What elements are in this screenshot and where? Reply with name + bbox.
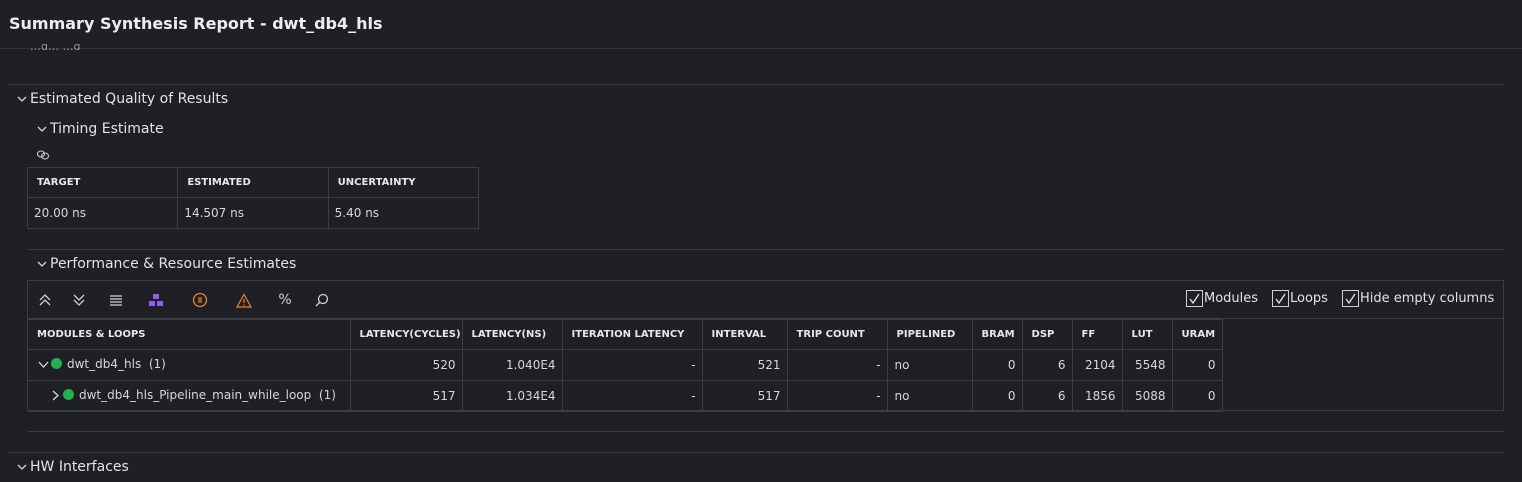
iteration-latency-cell: - <box>561 380 703 412</box>
timing-estimated-value: 14.507 ns <box>177 197 329 229</box>
percent-icon[interactable]: % <box>276 291 294 309</box>
dsp-cell: 6 <box>1021 380 1073 412</box>
chevron-right-icon[interactable] <box>50 390 61 404</box>
module-name-cell: dwt_db4_hls (1) <box>28 349 351 381</box>
uram-cell: 0 <box>1171 380 1223 412</box>
expand-all-icon[interactable] <box>70 291 88 309</box>
dsp-cell: 6 <box>1021 349 1073 381</box>
divider <box>8 452 1504 453</box>
divider <box>27 431 1504 432</box>
hide-empty-columns-checkbox[interactable]: Hide empty columns <box>1342 290 1494 307</box>
loops-checkbox[interactable]: Loops <box>1272 290 1328 307</box>
status-dot-icon <box>51 358 62 369</box>
timing-header-uncertainty: UNCERTAINTY <box>327 167 480 198</box>
latency-ns-cell: 1.040E4 <box>461 349 563 381</box>
col-header[interactable]: LATENCY(CYCLES) <box>349 319 463 350</box>
timing-target-value: 20.00 ns <box>26 197 179 229</box>
title-bar: Summary Synthesis Report - dwt_db4_hls …… <box>0 0 1522 50</box>
chevron-down-icon <box>36 123 48 135</box>
section-hw-header[interactable]: HW Interfaces <box>16 459 129 475</box>
module-count: (1) <box>148 357 166 371</box>
list-icon[interactable] <box>107 291 125 309</box>
chevron-down-icon <box>36 258 48 270</box>
module-name-cell: dwt_db4_hls_Pipeline_main_while_loop (1) <box>28 380 351 412</box>
trip-count-cell: - <box>786 349 888 381</box>
timing-header-target: TARGET <box>26 167 179 198</box>
bram-cell: 0 <box>971 349 1023 381</box>
loops-checkbox-label: Loops <box>1290 291 1328 306</box>
latency-ns-cell: 1.034E4 <box>461 380 563 412</box>
pipelined-cell: no <box>886 349 973 381</box>
modules-checkbox[interactable]: Modules <box>1186 290 1258 307</box>
module-count: (1) <box>318 388 336 402</box>
perf-header-row: MODULES & LOOPS LATENCY(CYCLES) LATENCY(… <box>28 319 1223 350</box>
interval-cell: 517 <box>701 380 788 412</box>
bram-cell: 0 <box>971 380 1023 412</box>
lut-cell: 5548 <box>1121 349 1173 381</box>
section-timing-label: Timing Estimate <box>50 121 164 137</box>
col-header[interactable]: BRAM <box>971 319 1023 350</box>
chevron-down-icon <box>16 461 28 473</box>
col-header[interactable]: ITERATION LATENCY <box>561 319 703 350</box>
chevron-down-icon[interactable] <box>38 359 49 373</box>
col-header[interactable]: LATENCY(NS) <box>461 319 563 350</box>
section-timing-header[interactable]: Timing Estimate <box>36 121 164 137</box>
divider <box>8 84 1504 85</box>
table-row[interactable]: dwt_db4_hls (1) 520 1.040E4 - 521 - no 0… <box>28 349 1223 381</box>
module-name: dwt_db4_hls_Pipeline_main_while_loop <box>79 388 312 402</box>
perf-toolbar: % Modules Loops Hide empty columns <box>28 281 1503 319</box>
ff-cell: 2104 <box>1071 349 1123 381</box>
interval-cell: 521 <box>701 349 788 381</box>
col-header[interactable]: TRIP COUNT <box>786 319 888 350</box>
lut-cell: 5088 <box>1121 380 1173 412</box>
modules-checkbox-label: Modules <box>1204 291 1259 306</box>
col-header[interactable]: LUT <box>1121 319 1173 350</box>
latency-cycles-cell: 520 <box>349 349 463 381</box>
col-header[interactable]: URAM <box>1171 319 1223 350</box>
iteration-latency-cell: - <box>561 349 703 381</box>
module-name: dwt_db4_hls <box>67 357 142 371</box>
latency-cycles-cell: 517 <box>349 380 463 412</box>
info-icon[interactable] <box>191 291 209 309</box>
trip-count-cell: - <box>786 380 888 412</box>
clipped-line: …g… …g <box>30 40 81 50</box>
section-perf-header[interactable]: Performance & Resource Estimates <box>36 256 296 272</box>
checkmark-icon <box>1272 290 1289 307</box>
col-header[interactable]: FF <box>1071 319 1123 350</box>
hide-empty-columns-label: Hide empty columns <box>1360 291 1495 306</box>
col-header[interactable]: INTERVAL <box>701 319 788 350</box>
search-icon[interactable] <box>313 291 331 309</box>
perf-table: MODULES & LOOPS LATENCY(CYCLES) LATENCY(… <box>28 319 1223 412</box>
section-hw-label: HW Interfaces <box>30 459 129 475</box>
ff-cell: 1856 <box>1071 380 1123 412</box>
perf-panel: % Modules Loops Hide empty columns MODUL… <box>27 280 1504 412</box>
status-dot-icon <box>63 389 74 400</box>
col-header[interactable]: MODULES & LOOPS <box>28 319 351 350</box>
checkmark-icon <box>1186 290 1203 307</box>
section-qor-header[interactable]: Estimated Quality of Results <box>16 91 228 107</box>
uram-cell: 0 <box>1171 349 1223 381</box>
timing-table: TARGET ESTIMATED UNCERTAINTY 20.00 ns 14… <box>26 167 480 229</box>
warning-icon[interactable] <box>235 291 253 309</box>
link-icon[interactable] <box>36 149 50 164</box>
divider <box>27 249 1504 250</box>
chevron-down-icon <box>16 93 28 105</box>
hierarchy-icon[interactable] <box>147 291 165 309</box>
section-qor-label: Estimated Quality of Results <box>30 91 229 107</box>
table-row[interactable]: dwt_db4_hls_Pipeline_main_while_loop (1)… <box>28 380 1223 412</box>
col-header[interactable]: DSP <box>1021 319 1073 350</box>
checkmark-icon <box>1342 290 1359 307</box>
report-title: Summary Synthesis Report - dwt_db4_hls <box>9 14 383 33</box>
timing-uncertainty-value: 5.40 ns <box>327 197 480 229</box>
section-perf-label: Performance & Resource Estimates <box>50 256 297 272</box>
col-header[interactable]: PIPELINED <box>886 319 973 350</box>
timing-header-estimated: ESTIMATED <box>177 167 329 198</box>
collapse-all-icon[interactable] <box>36 291 54 309</box>
pipelined-cell: no <box>886 380 973 412</box>
